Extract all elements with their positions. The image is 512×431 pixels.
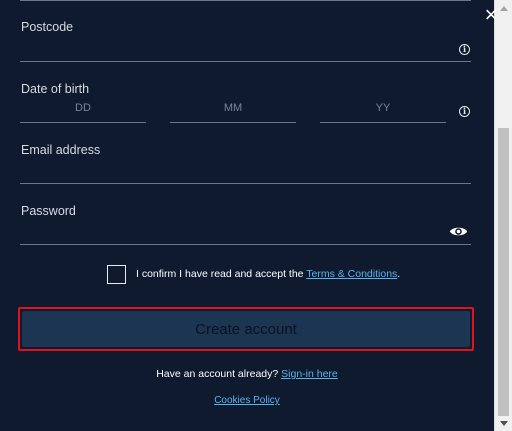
dob-day-underline: [20, 122, 146, 123]
signin-prompt: Have an account already? Sign-in here: [0, 368, 494, 380]
postcode-input[interactable]: [20, 61, 471, 62]
close-icon[interactable]: ×: [480, 4, 502, 26]
dob-label: Date of birth: [21, 82, 90, 96]
email-label: Email address: [21, 143, 101, 157]
scroll-thumb[interactable]: [498, 128, 509, 416]
terms-link[interactable]: Terms & Conditions: [306, 268, 397, 280]
postcode-label: Postcode: [21, 20, 74, 34]
postcode-info-icon[interactable]: i: [459, 44, 470, 55]
terms-text: I confirm I have read and accept the Ter…: [136, 268, 400, 280]
password-input[interactable]: [20, 244, 471, 245]
cookies-policy-link[interactable]: Cookies Policy: [214, 395, 280, 406]
email-input[interactable]: [20, 183, 471, 184]
dob-info-icon[interactable]: i: [459, 106, 470, 117]
dob-day-input[interactable]: DD: [20, 102, 146, 114]
create-account-button[interactable]: Create account: [22, 311, 470, 347]
signin-link[interactable]: Sign-in here: [281, 368, 338, 380]
dob-month-underline: [170, 122, 296, 123]
terms-text-prefix: I confirm I have read and accept the: [136, 268, 307, 280]
dob-year-underline: [320, 122, 446, 123]
dob-year-input[interactable]: YY: [320, 102, 446, 114]
registration-modal: Postcode i Date of birth DD MM YY i Emai…: [0, 0, 494, 431]
terms-text-suffix: .: [397, 268, 401, 280]
dob-month-input[interactable]: MM: [170, 102, 296, 114]
cookies-policy: Cookies Policy: [0, 395, 494, 406]
password-label: Password: [21, 204, 76, 218]
eye-icon[interactable]: [449, 225, 468, 238]
vertical-scrollbar[interactable]: [494, 0, 512, 431]
previous-field-underline: [20, 0, 471, 1]
scroll-down-arrow[interactable]: [495, 415, 512, 431]
signin-prompt-text: Have an account already?: [156, 368, 282, 380]
terms-checkbox[interactable]: [107, 265, 126, 284]
